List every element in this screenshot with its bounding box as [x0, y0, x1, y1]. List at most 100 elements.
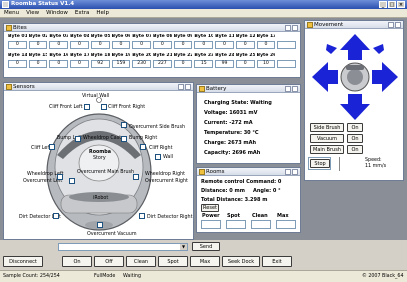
overcurrent-vacuum-label: Overcurrent Vacuum — [87, 232, 137, 237]
wheeldrop-right-checkbox[interactable] — [133, 174, 139, 180]
chevron-down-icon[interactable]: ▼ — [180, 244, 187, 250]
menu-item-menu[interactable]: Menu — [4, 10, 19, 16]
byte-value-field: 0 — [28, 60, 48, 68]
byte-label: Byte 23 — [194, 53, 214, 58]
byte-value-field: 159 — [111, 60, 131, 68]
status-bar: Sample Count: 254/254 FullMode Waiting ©… — [0, 270, 407, 282]
vacuum-button[interactable]: Vacuum — [310, 134, 344, 143]
dirt-detector-left-checkbox[interactable] — [53, 213, 59, 219]
dirt-detector-right-checkbox[interactable] — [139, 213, 145, 219]
panel-minimize-icon[interactable] — [388, 22, 394, 28]
byte-value-field: 227 — [152, 60, 172, 68]
voltage: Voltage: 16031 mV — [204, 110, 258, 116]
send-button[interactable]: Send — [192, 242, 220, 251]
main-brush-button[interactable]: Main Brush — [310, 145, 344, 154]
battery-panel-header[interactable]: Battery — [197, 85, 300, 93]
byte-value-field — [277, 60, 296, 68]
panel-close-icon[interactable] — [185, 84, 191, 90]
overcurrent-main-brush-checkbox[interactable] — [69, 178, 75, 184]
cliff-right-checkbox[interactable] — [140, 144, 146, 150]
byte-label: Byte 11 — [215, 34, 234, 39]
panel-close-icon[interactable] — [292, 169, 298, 175]
clean-label: Clean — [252, 213, 268, 219]
arrow-up-right-icon[interactable] — [373, 44, 384, 54]
byte-label — [277, 34, 296, 41]
on-button[interactable]: On — [62, 256, 92, 267]
wall-checkbox[interactable] — [155, 154, 161, 160]
seek-dock-button[interactable]: Seek Dock — [222, 256, 260, 267]
cliff-front-left-checkbox[interactable] — [84, 104, 90, 110]
panel-close-icon[interactable] — [292, 25, 298, 31]
capacity: Capacity: 2696 mAh — [204, 150, 261, 156]
arrow-down-icon[interactable] — [340, 94, 370, 120]
panel-minimize-icon[interactable] — [285, 86, 291, 92]
arrow-left-icon[interactable] — [312, 62, 338, 92]
byte-value-field: 0 — [173, 60, 193, 68]
reset-button[interactable]: Reset — [201, 204, 219, 212]
command-combobox[interactable]: ▼ — [58, 243, 188, 251]
speed-label: Speed: — [365, 158, 382, 163]
bump-left-checkbox[interactable] — [75, 136, 81, 142]
exit-button[interactable]: Exit — [262, 256, 292, 267]
main-brush-on-button[interactable]: On — [347, 145, 363, 154]
byte-label: Byte 12 — [235, 34, 255, 39]
byte-value-field: 92 — [90, 60, 110, 68]
wheeldrop-left-checkbox[interactable] — [57, 174, 63, 180]
menu-item-view[interactable]: View — [26, 10, 39, 16]
off-button[interactable]: Off — [94, 256, 124, 267]
byte-value-field: 0 — [70, 60, 89, 68]
bytes-panel-header[interactable]: Bites — [4, 24, 300, 32]
spot-button[interactable]: Spot — [158, 256, 188, 267]
byte-value-field: 0 — [215, 41, 234, 49]
panel-minimize-icon[interactable] — [178, 84, 184, 90]
speed-slider[interactable] — [339, 157, 340, 171]
byte-label: Byte 19 — [111, 53, 131, 58]
sensors-panel-header[interactable]: Sensors — [4, 83, 193, 91]
byte-value-field: 0 — [49, 60, 69, 68]
panel-close-icon[interactable] — [395, 22, 401, 28]
disconnect-button[interactable]: Disconnect — [3, 256, 43, 267]
maximize-button[interactable]: □ — [388, 1, 396, 8]
window-title: Roomba Status V1.4 — [11, 1, 75, 7]
stop-button[interactable]: Stop — [310, 159, 330, 168]
side-brush-button[interactable]: Side Brush — [310, 123, 344, 132]
rooms-panel-title: Rooms — [206, 169, 225, 175]
panel-minimize-icon[interactable] — [285, 169, 291, 175]
minimize-button[interactable]: _ — [379, 1, 387, 8]
movement-panel-header[interactable]: Movement — [305, 21, 403, 29]
clean-button[interactable]: Clean — [126, 256, 156, 267]
arrow-up-icon[interactable] — [340, 34, 370, 60]
byte-value-field: 0 — [256, 41, 276, 49]
arrow-up-left-icon[interactable] — [326, 44, 337, 54]
arrow-right-icon[interactable] — [372, 62, 398, 92]
menu-item-help[interactable]: Help — [96, 10, 109, 16]
byte-label: Byte 09 — [173, 34, 193, 39]
menu-item-window[interactable]: Window — [46, 10, 68, 16]
overcurrent-side-brush-label: Overcurrent Side Brush — [129, 125, 186, 130]
overcurrent-side-brush-checkbox[interactable] — [121, 122, 127, 128]
close-button[interactable]: × — [397, 1, 405, 8]
roomba-small-top — [347, 69, 363, 85]
byte-value-field: 0 — [8, 41, 27, 49]
wheeldrop-caster-label: Wheeldrop Caster — [83, 136, 127, 141]
rooms-panel-header[interactable]: Rooms — [197, 168, 300, 176]
panel-icon — [6, 25, 12, 31]
cliff-left-checkbox[interactable] — [49, 144, 55, 150]
battery-panel-title: Battery — [206, 86, 227, 92]
vacuum-on-button[interactable]: On — [347, 134, 363, 143]
panel-icon — [6, 84, 12, 90]
panel-close-icon[interactable] — [292, 86, 298, 92]
charge: Charge: 2673 mAh — [204, 140, 257, 146]
bytes-panel-title: Bites — [13, 25, 27, 31]
byte-label: Byte 24 — [215, 53, 234, 58]
byte-label: Byte 06 — [111, 34, 131, 39]
menu-item-extra[interactable]: Extra — [75, 10, 90, 16]
panel-minimize-icon[interactable] — [285, 25, 291, 31]
cliff-front-right-checkbox[interactable] — [101, 104, 107, 110]
movement-panel-title: Movement — [314, 22, 344, 28]
max-button[interactable]: Max — [190, 256, 220, 267]
sensors-panel: Sensors Virtual Wall Cliff Front Left Cl… — [3, 82, 194, 240]
overcurrent-vacuum-checkbox[interactable] — [97, 222, 103, 228]
side-brush-on-button[interactable]: On — [347, 123, 363, 132]
bump-right-checkbox[interactable] — [121, 136, 127, 142]
